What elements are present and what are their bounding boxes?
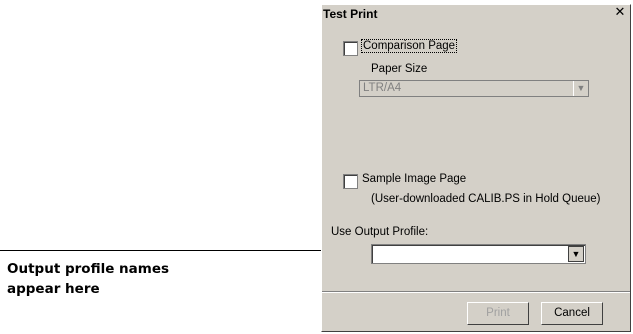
callout-leader-line <box>0 250 372 251</box>
test-print-dialog: Test Print ✕ Comparison Page Paper Size … <box>321 4 631 332</box>
close-icon[interactable]: ✕ <box>613 6 627 20</box>
dialog-title: Test Print <box>323 7 378 21</box>
output-profile-label: Use Output Profile: <box>331 226 429 238</box>
dialog-titlebar: Test Print ✕ <box>322 5 630 23</box>
print-button[interactable]: Print <box>467 302 529 325</box>
callout-line-2: appear here <box>7 281 100 297</box>
sample-image-label[interactable]: Sample Image Page <box>362 173 466 185</box>
output-profile-select[interactable]: ▼ <box>371 244 586 264</box>
comparison-page-checkbox[interactable] <box>343 41 358 56</box>
sample-image-note: (User-downloaded CALIB.PS in Hold Queue) <box>371 193 601 205</box>
chevron-down-icon: ▼ <box>573 81 588 96</box>
paper-size-select[interactable]: LTR/A4 ▼ <box>359 80 589 97</box>
dialog-separator <box>322 291 630 293</box>
paper-size-value: LTR/A4 <box>363 82 402 94</box>
sample-image-checkbox[interactable] <box>343 174 358 189</box>
chevron-down-icon[interactable]: ▼ <box>568 246 584 262</box>
comparison-page-label[interactable]: Comparison Page <box>360 39 458 53</box>
callout-line-1: Output profile names <box>7 261 170 277</box>
callout-text: Output profile names appear here <box>7 259 169 299</box>
cancel-button[interactable]: Cancel <box>541 302 603 325</box>
paper-size-label: Paper Size <box>371 63 428 75</box>
